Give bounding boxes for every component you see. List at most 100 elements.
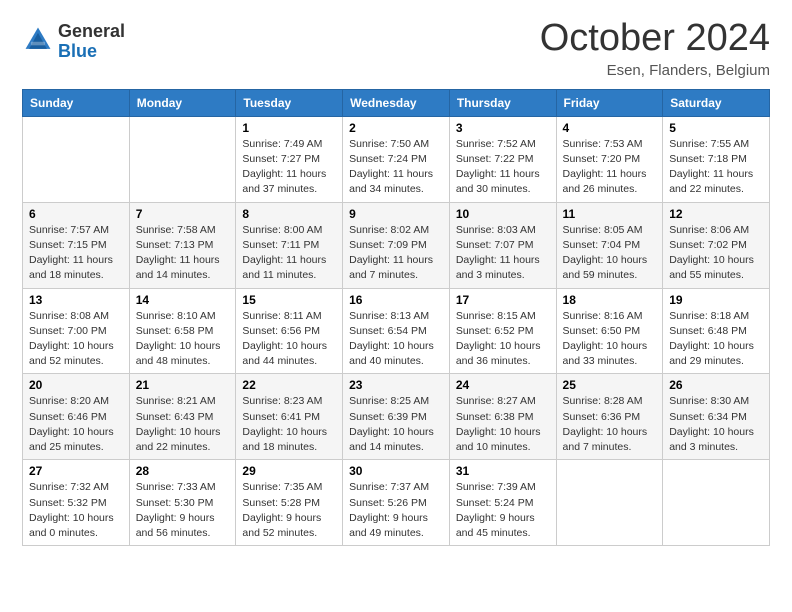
col-tuesday: Tuesday (236, 89, 343, 116)
calendar-cell: 15 Sunrise: 8:11 AMSunset: 6:56 PMDaylig… (236, 288, 343, 374)
day-info: Sunrise: 8:30 AMSunset: 6:34 PMDaylight:… (669, 395, 754, 453)
logo-blue-text: Blue (58, 42, 125, 62)
day-number: 31 (456, 464, 550, 478)
day-number: 16 (349, 293, 443, 307)
day-info: Sunrise: 8:08 AMSunset: 7:00 PMDaylight:… (29, 310, 114, 368)
calendar-cell: 30 Sunrise: 7:37 AMSunset: 5:26 PMDaylig… (343, 460, 450, 546)
calendar-cell: 23 Sunrise: 8:25 AMSunset: 6:39 PMDaylig… (343, 374, 450, 460)
location-title: Esen, Flanders, Belgium (540, 62, 770, 79)
day-number: 26 (669, 378, 763, 392)
calendar-cell: 11 Sunrise: 8:05 AMSunset: 7:04 PMDaylig… (556, 202, 663, 288)
day-info: Sunrise: 7:52 AMSunset: 7:22 PMDaylight:… (456, 138, 540, 196)
day-info: Sunrise: 7:53 AMSunset: 7:20 PMDaylight:… (563, 138, 647, 196)
day-info: Sunrise: 8:05 AMSunset: 7:04 PMDaylight:… (563, 224, 648, 282)
day-number: 9 (349, 207, 443, 221)
day-number: 13 (29, 293, 123, 307)
day-number: 1 (242, 121, 336, 135)
day-info: Sunrise: 8:03 AMSunset: 7:07 PMDaylight:… (456, 224, 540, 282)
day-info: Sunrise: 7:49 AMSunset: 7:27 PMDaylight:… (242, 138, 326, 196)
day-number: 30 (349, 464, 443, 478)
day-number: 5 (669, 121, 763, 135)
day-info: Sunrise: 7:55 AMSunset: 7:18 PMDaylight:… (669, 138, 753, 196)
day-info: Sunrise: 8:11 AMSunset: 6:56 PMDaylight:… (242, 310, 327, 368)
day-number: 28 (136, 464, 230, 478)
calendar-cell: 26 Sunrise: 8:30 AMSunset: 6:34 PMDaylig… (663, 374, 770, 460)
day-info: Sunrise: 8:06 AMSunset: 7:02 PMDaylight:… (669, 224, 754, 282)
calendar-cell: 31 Sunrise: 7:39 AMSunset: 5:24 PMDaylig… (449, 460, 556, 546)
day-number: 25 (563, 378, 657, 392)
col-wednesday: Wednesday (343, 89, 450, 116)
day-number: 12 (669, 207, 763, 221)
day-info: Sunrise: 7:57 AMSunset: 7:15 PMDaylight:… (29, 224, 113, 282)
calendar-cell: 20 Sunrise: 8:20 AMSunset: 6:46 PMDaylig… (23, 374, 130, 460)
calendar-cell: 3 Sunrise: 7:52 AMSunset: 7:22 PMDayligh… (449, 116, 556, 202)
day-info: Sunrise: 8:13 AMSunset: 6:54 PMDaylight:… (349, 310, 434, 368)
weekday-header-row: Sunday Monday Tuesday Wednesday Thursday… (23, 89, 770, 116)
day-number: 20 (29, 378, 123, 392)
calendar-cell (663, 460, 770, 546)
day-info: Sunrise: 7:39 AMSunset: 5:24 PMDaylight:… (456, 481, 536, 539)
calendar-cell: 24 Sunrise: 8:27 AMSunset: 6:38 PMDaylig… (449, 374, 556, 460)
calendar-week-row: 1 Sunrise: 7:49 AMSunset: 7:27 PMDayligh… (23, 116, 770, 202)
header: General Blue October 2024 Esen, Flanders… (22, 18, 770, 79)
day-info: Sunrise: 7:50 AMSunset: 7:24 PMDaylight:… (349, 138, 433, 196)
calendar-cell: 1 Sunrise: 7:49 AMSunset: 7:27 PMDayligh… (236, 116, 343, 202)
calendar-cell: 8 Sunrise: 8:00 AMSunset: 7:11 PMDayligh… (236, 202, 343, 288)
day-number: 8 (242, 207, 336, 221)
day-number: 11 (563, 207, 657, 221)
calendar-cell: 14 Sunrise: 8:10 AMSunset: 6:58 PMDaylig… (129, 288, 236, 374)
day-info: Sunrise: 7:35 AMSunset: 5:28 PMDaylight:… (242, 481, 322, 539)
day-number: 19 (669, 293, 763, 307)
calendar-cell: 25 Sunrise: 8:28 AMSunset: 6:36 PMDaylig… (556, 374, 663, 460)
col-monday: Monday (129, 89, 236, 116)
page: General Blue October 2024 Esen, Flanders… (0, 0, 792, 612)
day-number: 6 (29, 207, 123, 221)
day-number: 24 (456, 378, 550, 392)
calendar-week-row: 6 Sunrise: 7:57 AMSunset: 7:15 PMDayligh… (23, 202, 770, 288)
day-number: 10 (456, 207, 550, 221)
calendar-cell (129, 116, 236, 202)
calendar-cell: 22 Sunrise: 8:23 AMSunset: 6:41 PMDaylig… (236, 374, 343, 460)
day-number: 29 (242, 464, 336, 478)
day-info: Sunrise: 8:00 AMSunset: 7:11 PMDaylight:… (242, 224, 326, 282)
month-title: October 2024 (540, 18, 770, 60)
col-sunday: Sunday (23, 89, 130, 116)
day-number: 23 (349, 378, 443, 392)
day-info: Sunrise: 8:23 AMSunset: 6:41 PMDaylight:… (242, 395, 327, 453)
day-info: Sunrise: 7:37 AMSunset: 5:26 PMDaylight:… (349, 481, 429, 539)
calendar-week-row: 13 Sunrise: 8:08 AMSunset: 7:00 PMDaylig… (23, 288, 770, 374)
calendar-cell: 13 Sunrise: 8:08 AMSunset: 7:00 PMDaylig… (23, 288, 130, 374)
calendar-cell: 19 Sunrise: 8:18 AMSunset: 6:48 PMDaylig… (663, 288, 770, 374)
col-saturday: Saturday (663, 89, 770, 116)
day-info: Sunrise: 7:58 AMSunset: 7:13 PMDaylight:… (136, 224, 220, 282)
col-thursday: Thursday (449, 89, 556, 116)
day-info: Sunrise: 7:32 AMSunset: 5:32 PMDaylight:… (29, 481, 114, 539)
calendar-cell: 16 Sunrise: 8:13 AMSunset: 6:54 PMDaylig… (343, 288, 450, 374)
day-info: Sunrise: 7:33 AMSunset: 5:30 PMDaylight:… (136, 481, 216, 539)
calendar-cell: 12 Sunrise: 8:06 AMSunset: 7:02 PMDaylig… (663, 202, 770, 288)
col-friday: Friday (556, 89, 663, 116)
day-info: Sunrise: 8:16 AMSunset: 6:50 PMDaylight:… (563, 310, 648, 368)
calendar-cell (556, 460, 663, 546)
day-info: Sunrise: 8:20 AMSunset: 6:46 PMDaylight:… (29, 395, 114, 453)
day-info: Sunrise: 8:02 AMSunset: 7:09 PMDaylight:… (349, 224, 433, 282)
calendar-cell (23, 116, 130, 202)
day-info: Sunrise: 8:27 AMSunset: 6:38 PMDaylight:… (456, 395, 541, 453)
day-number: 18 (563, 293, 657, 307)
calendar-cell: 28 Sunrise: 7:33 AMSunset: 5:30 PMDaylig… (129, 460, 236, 546)
logo: General Blue (22, 22, 125, 62)
calendar-cell: 27 Sunrise: 7:32 AMSunset: 5:32 PMDaylig… (23, 460, 130, 546)
calendar-week-row: 27 Sunrise: 7:32 AMSunset: 5:32 PMDaylig… (23, 460, 770, 546)
calendar-cell: 10 Sunrise: 8:03 AMSunset: 7:07 PMDaylig… (449, 202, 556, 288)
day-info: Sunrise: 8:18 AMSunset: 6:48 PMDaylight:… (669, 310, 754, 368)
day-number: 2 (349, 121, 443, 135)
logo-icon (22, 24, 54, 56)
day-info: Sunrise: 8:21 AMSunset: 6:43 PMDaylight:… (136, 395, 221, 453)
day-number: 4 (563, 121, 657, 135)
calendar-cell: 6 Sunrise: 7:57 AMSunset: 7:15 PMDayligh… (23, 202, 130, 288)
calendar-cell: 9 Sunrise: 8:02 AMSunset: 7:09 PMDayligh… (343, 202, 450, 288)
title-block: October 2024 Esen, Flanders, Belgium (540, 18, 770, 79)
calendar-cell: 2 Sunrise: 7:50 AMSunset: 7:24 PMDayligh… (343, 116, 450, 202)
calendar-cell: 21 Sunrise: 8:21 AMSunset: 6:43 PMDaylig… (129, 374, 236, 460)
day-number: 17 (456, 293, 550, 307)
